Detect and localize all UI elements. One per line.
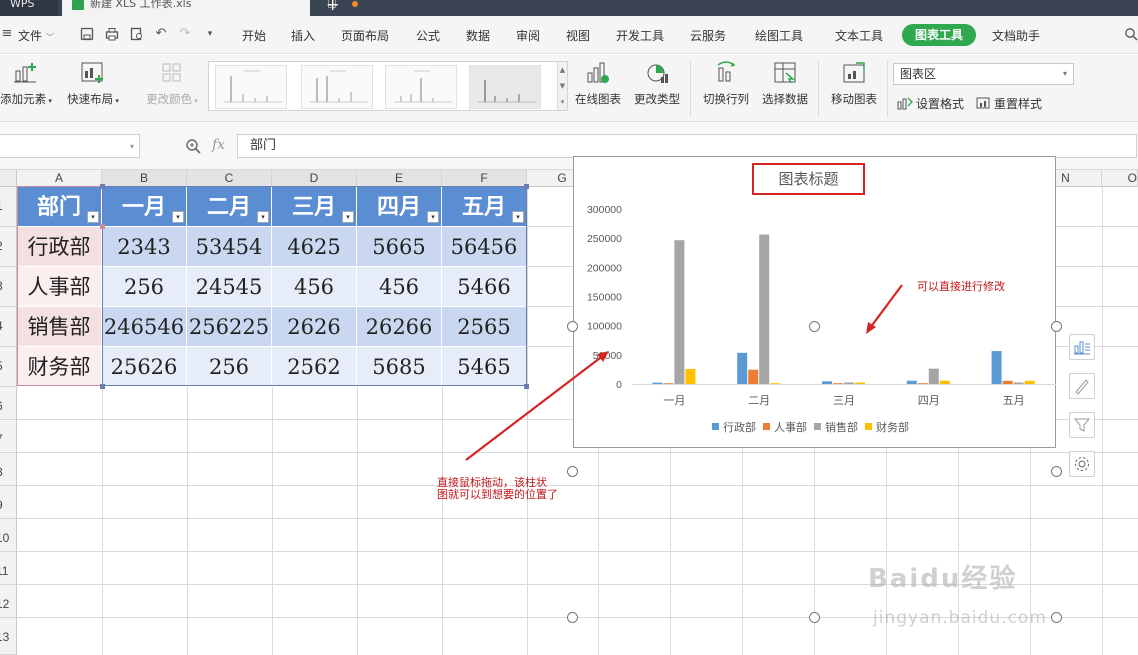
- watermark-url: jingyan.baidu.com: [873, 608, 1047, 628]
- annotation-title-note: 可以直接进行修改: [917, 280, 1005, 293]
- annotation-arrows: [465, 284, 903, 461]
- watermark-logo: Baidu经验: [868, 564, 1018, 594]
- arrowhead: [866, 322, 876, 334]
- arrow-to-title: [869, 284, 903, 329]
- annotation-drag-note-2: 图就可以到想要的位置了: [437, 488, 558, 501]
- arrowhead: [597, 351, 609, 362]
- arrow-to-chart: [465, 357, 601, 461]
